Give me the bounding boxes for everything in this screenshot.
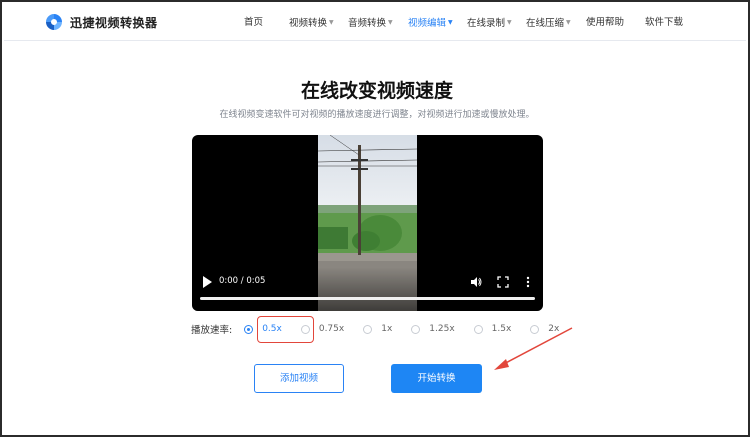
- more-options-icon[interactable]: [522, 276, 534, 288]
- nav-help[interactable]: 使用帮助: [586, 4, 624, 41]
- annotation-highlight-box: [257, 316, 314, 343]
- logo-icon: [46, 14, 62, 30]
- play-icon[interactable]: [202, 276, 212, 288]
- video-player[interactable]: 0:00 / 0:05: [192, 135, 543, 311]
- brand[interactable]: 迅捷视频转换器: [44, 12, 158, 32]
- radio[interactable]: [530, 324, 540, 334]
- video-controls: 0:00 / 0:05: [192, 267, 543, 311]
- fullscreen-icon[interactable]: [497, 276, 509, 288]
- site-header: 迅捷视频转换器 首页 视频转换 ▼ 音频转换 ▼ 视频编辑 ▼ 在线录制 ▼ 在线压缩 ▼…: [4, 4, 746, 41]
- nav-download[interactable]: 软件下载: [645, 4, 683, 41]
- radio[interactable]: [363, 324, 373, 334]
- nav-online-record[interactable]: 在线录制 ▼: [467, 4, 512, 41]
- caret-down-icon: ▼: [448, 19, 453, 26]
- nav-video-edit[interactable]: 视频编辑 ▼: [408, 4, 453, 41]
- nav-audio-convert[interactable]: 音频转换 ▼: [348, 4, 393, 41]
- nav-home[interactable]: 首页: [244, 4, 263, 41]
- speed-option-1-25x[interactable]: 1.25x: [411, 324, 455, 334]
- page-subtitle: 在线视频变速软件可对视频的播放速度进行调整，对视频进行加速或慢放处理。: [219, 110, 535, 120]
- caret-down-icon: ▼: [329, 19, 334, 26]
- brand-name: 迅捷视频转换器: [70, 15, 158, 30]
- screenshot-frame: 迅捷视频转换器 首页 视频转换 ▼ 音频转换 ▼ 视频编辑 ▼ 在线录制 ▼ 在线压缩 ▼…: [0, 0, 750, 437]
- speed-option-2x[interactable]: 2x: [530, 324, 559, 334]
- nav-video-convert[interactable]: 视频转换 ▼: [289, 4, 334, 41]
- playback-speed-label: 播放速率:: [191, 325, 233, 336]
- video-time: 0:00 / 0:05: [219, 276, 266, 286]
- radio-checked[interactable]: [244, 324, 254, 334]
- start-convert-button[interactable]: 开始转换: [391, 364, 482, 393]
- page-title: 在线改变视频速度: [300, 80, 453, 102]
- caret-down-icon: ▼: [388, 19, 393, 26]
- caret-down-icon: ▼: [566, 19, 571, 26]
- radio[interactable]: [473, 324, 483, 334]
- playback-speed-row: 播放速率: 0.5x 0.75x 1x 1.25x 1.5x 2x: [191, 318, 578, 340]
- add-video-button[interactable]: 添加视频: [254, 364, 344, 393]
- radio[interactable]: [411, 324, 421, 334]
- nav-online-compress[interactable]: 在线压缩 ▼: [526, 4, 571, 41]
- volume-icon[interactable]: [470, 276, 482, 288]
- video-progress-bar[interactable]: [200, 297, 535, 300]
- caret-down-icon: ▼: [507, 19, 512, 26]
- speed-option-1-5x[interactable]: 1.5x: [473, 324, 511, 334]
- speed-option-1x[interactable]: 1x: [363, 324, 392, 334]
